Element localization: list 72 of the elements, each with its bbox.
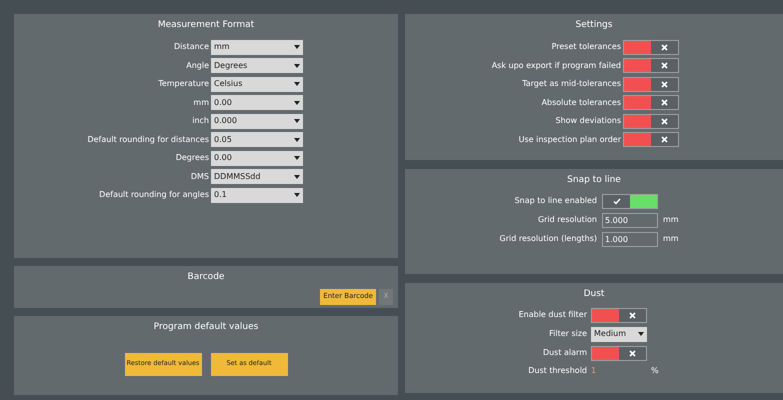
panel-title: Measurement Format [156, 19, 256, 32]
panel-title: Barcode [186, 271, 226, 284]
field-label: Dust threshold [527, 364, 587, 376]
dropdown-arrow-icon [294, 82, 300, 86]
dropdown-arrow-icon [294, 174, 300, 178]
unit-label: mm [663, 214, 679, 226]
field-label: Temperature [157, 78, 209, 90]
dropdown-arrow-icon [294, 119, 300, 123]
dropdown[interactable]: Degrees [211, 58, 303, 73]
dropdown[interactable]: Medium [591, 326, 647, 342]
field-label: mm [192, 96, 209, 108]
close-icon [661, 80, 668, 88]
field-label: Show deviations [554, 115, 621, 127]
field-label: Degrees [174, 152, 209, 164]
panel-title: Settings [574, 19, 614, 32]
field-label: Absolute tolerances [540, 96, 621, 108]
dropdown[interactable]: 0.000 [211, 114, 303, 128]
dropdown-arrow-icon [638, 332, 644, 336]
toggle-switch[interactable] [623, 58, 679, 73]
field-label: Dust alarm [542, 347, 587, 359]
toggle-switch[interactable] [623, 114, 679, 128]
panel-title: Program default values [152, 321, 260, 334]
field-label: Distance [173, 41, 209, 53]
dropdown[interactable]: 0.05 [211, 132, 303, 147]
toggle-switch[interactable] [591, 308, 647, 322]
close-icon [661, 99, 668, 106]
dropdown[interactable]: mm [211, 40, 303, 54]
field-label: Target as mid-tolerances [521, 78, 621, 90]
dropdown[interactable]: 0.00 [211, 95, 303, 110]
dropdown[interactable]: DDMMSSdd [211, 169, 303, 184]
close-icon [661, 136, 668, 143]
field-label: Enable dust filter [518, 309, 587, 321]
close-icon [629, 350, 636, 356]
input-field[interactable]: 5.000 [602, 212, 658, 228]
dropdown-arrow-icon [294, 156, 300, 160]
field-label: Angle [185, 60, 209, 72]
field-label: Snap to line enabled [514, 195, 597, 207]
close-icon [661, 118, 668, 124]
field-label: Grid resolution (lengths) [498, 233, 597, 245]
toggle-switch[interactable] [623, 132, 679, 147]
field-label: Default rounding for angles [98, 189, 209, 201]
toggle-switch[interactable] [623, 76, 679, 92]
panel-title: Snap to line [566, 174, 622, 187]
field-label: Default rounding for distances [86, 134, 209, 146]
dropdown[interactable]: 0.1 [211, 188, 303, 202]
toggle-switch[interactable] [623, 95, 679, 110]
dropdown[interactable]: 0.00 [211, 150, 303, 166]
close-icon [661, 44, 668, 50]
toggle-switch[interactable] [623, 40, 679, 54]
threshold-value: 1 [591, 364, 598, 376]
field-label: Use inspection plan order [518, 134, 621, 146]
dropdown-arrow-icon [294, 138, 300, 142]
dropdown-arrow-icon [294, 193, 300, 197]
field-label: DMS [190, 170, 209, 182]
close-icon [629, 312, 636, 318]
dropdown-arrow-icon [294, 100, 300, 104]
dropdown-arrow-icon [294, 64, 300, 68]
field-label: Filter size [548, 328, 587, 340]
field-label: inch [191, 115, 209, 127]
unit-label: mm [663, 233, 679, 245]
toggle-switch[interactable] [591, 346, 647, 360]
dropdown[interactable]: Celsius [211, 76, 303, 92]
input-field[interactable]: 1.000 [602, 232, 658, 246]
close-icon [661, 62, 668, 69]
unit-label: % [651, 364, 659, 376]
panel-title: Dust [582, 288, 606, 301]
field-label: Preset tolerances [550, 41, 621, 53]
field-label: Grid resolution [536, 214, 597, 226]
toggle-switch[interactable] [602, 194, 658, 208]
dropdown-arrow-icon [294, 45, 300, 49]
field-label: Ask upo export if program failed [490, 60, 621, 72]
check-icon [612, 198, 620, 204]
